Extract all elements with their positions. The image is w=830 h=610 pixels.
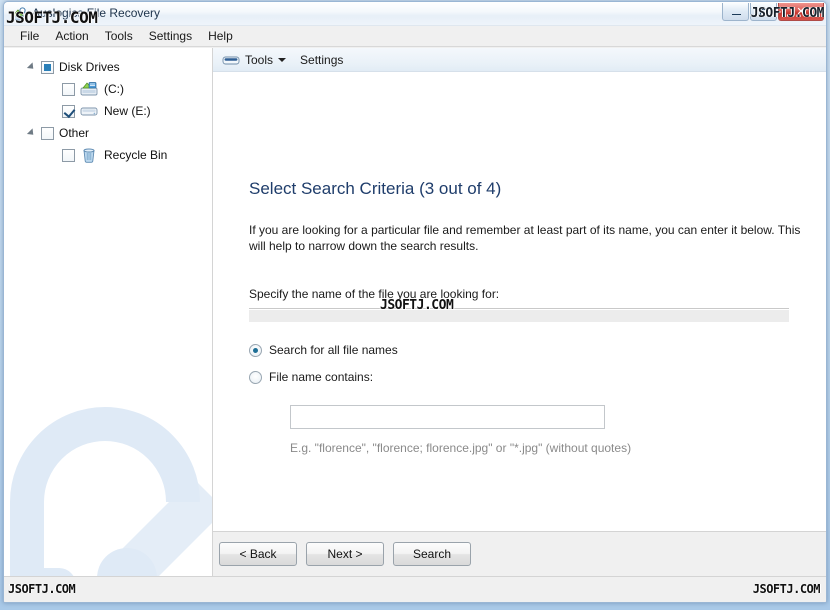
radio-search-all-names-indicator[interactable] [249, 343, 262, 357]
chevron-down-icon[interactable] [27, 61, 39, 73]
drive-icon [222, 53, 240, 67]
close-icon: ✕ [796, 6, 806, 18]
chevron-down-icon[interactable] [278, 57, 287, 62]
checkbox-drive-c[interactable] [62, 82, 75, 96]
section-band [249, 310, 789, 322]
tree-item-disk-drives[interactable]: Disk Drives [5, 56, 212, 78]
wizard-button-bar: < Back Next > Search [213, 531, 826, 576]
window-controls: ✕ [721, 3, 824, 21]
menu-bar: File Action Tools Settings Help [4, 26, 826, 47]
minimize-button[interactable] [722, 3, 749, 21]
radio-file-name-contains-label: File name contains: [269, 370, 374, 384]
section-divider [249, 308, 789, 309]
title-bar: Auslogics File Recovery ✕ [4, 2, 826, 26]
radio-search-all-names-label: Search for all file names [269, 343, 398, 357]
tree-item-drive-c[interactable]: (C:) [5, 78, 212, 100]
tree-item-label: New (E:) [104, 104, 151, 118]
checkbox-recycle-bin[interactable] [62, 148, 75, 162]
application-window: Auslogics File Recovery ✕ File Action To… [3, 1, 827, 603]
tree-item-drive-e[interactable]: New (E:) [5, 100, 212, 122]
menu-item-tools[interactable]: Tools [97, 27, 141, 45]
tree-item-label: (C:) [104, 82, 124, 96]
back-button[interactable]: < Back [219, 542, 297, 566]
maximize-button[interactable] [750, 3, 777, 21]
close-button[interactable]: ✕ [778, 3, 824, 21]
drives-tree-panel: Disk Drives (C:) New (E:) Other Recycle … [4, 48, 213, 576]
checkbox-other[interactable] [41, 126, 54, 140]
radio-search-all-names[interactable]: Search for all file names [249, 343, 398, 357]
next-button[interactable]: Next > [306, 542, 384, 566]
tree-item-other[interactable]: Other [5, 122, 212, 144]
menu-item-action[interactable]: Action [47, 27, 96, 45]
tree-item-label: Other [59, 126, 90, 140]
status-bar [4, 576, 826, 602]
background-logo-watermark [9, 407, 212, 576]
content-pane: Tools Settings Select Search Criteria (3… [213, 48, 826, 576]
app-recovery-icon [11, 6, 27, 22]
file-name-input[interactable] [290, 405, 605, 429]
minimize-icon [732, 14, 741, 15]
window-title: Auslogics File Recovery [32, 6, 161, 20]
toolbar-tools-button[interactable]: Tools [222, 52, 287, 67]
page-description: If you are looking for a particular file… [249, 223, 801, 253]
wizard-panel: Select Search Criteria (3 out of 4) If y… [213, 72, 826, 531]
page-title: Select Search Criteria (3 out of 4) [249, 179, 502, 198]
file-name-hint: E.g. "florence", "florence; florence.jpg… [290, 441, 632, 455]
toolbar-settings-label: Settings [300, 52, 344, 67]
chevron-down-icon[interactable] [27, 127, 39, 139]
checkbox-disk-drives[interactable] [41, 60, 54, 74]
toolbar: Tools Settings [213, 48, 826, 72]
recycle-bin-icon [80, 147, 98, 163]
main-split: Disk Drives (C:) New (E:) Other Recycle … [4, 48, 826, 576]
menu-item-help[interactable]: Help [200, 27, 241, 45]
toolbar-tools-label: Tools [245, 52, 274, 67]
system-drive-icon [80, 81, 98, 97]
tree-item-label: Recycle Bin [104, 148, 168, 162]
drives-tree: Disk Drives (C:) New (E:) Other Recycle … [5, 48, 212, 166]
drive-icon [80, 103, 98, 119]
drives-tree-panel-inner: Disk Drives (C:) New (E:) Other Recycle … [4, 48, 212, 576]
tree-item-recycle-bin[interactable]: Recycle Bin [5, 144, 212, 166]
file-name-section-label: Specify the name of the file you are loo… [249, 287, 500, 301]
maximize-icon [760, 8, 769, 16]
toolbar-settings-button[interactable]: Settings [300, 53, 343, 67]
tree-item-label: Disk Drives [59, 60, 120, 74]
radio-file-name-contains-indicator[interactable] [249, 370, 262, 384]
menu-item-settings[interactable]: Settings [141, 27, 200, 45]
radio-file-name-contains[interactable]: File name contains: [249, 370, 373, 384]
search-button[interactable]: Search [393, 542, 471, 566]
menu-item-file[interactable]: File [12, 27, 47, 45]
checkbox-drive-e[interactable] [62, 104, 75, 118]
